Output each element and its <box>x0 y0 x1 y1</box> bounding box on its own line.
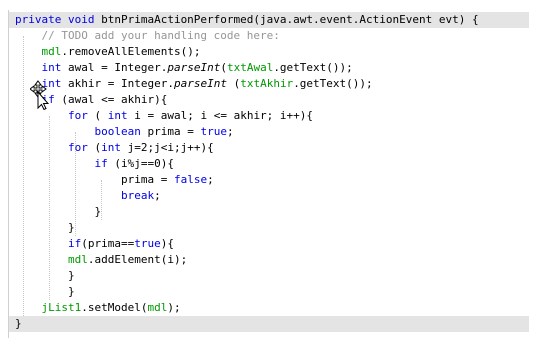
code-token: awal = Integer. <box>61 61 168 74</box>
code-token: ; <box>207 173 214 186</box>
code-token: true <box>134 237 161 250</box>
code-token: ( <box>87 141 102 154</box>
code-token: } <box>15 205 102 218</box>
code-token: .addElement(i); <box>87 253 188 266</box>
code-token: boolean <box>94 125 141 138</box>
code-token: int <box>41 61 62 74</box>
code-token: for <box>67 109 88 122</box>
code-token: } <box>15 285 75 298</box>
code-token: ( <box>87 109 108 122</box>
code-line[interactable]: for ( int i = awal; i <= akhir; i++){ <box>9 108 529 124</box>
code-token: ( <box>220 61 227 74</box>
code-line[interactable]: // TODO add your handling code here: <box>9 28 529 44</box>
code-editor[interactable]: private void btnPrimaActionPerformed(jav… <box>8 10 529 338</box>
code-token: (java.awt.event.ActionEvent evt) { <box>253 13 479 26</box>
code-token: ( <box>226 77 241 90</box>
code-line[interactable]: } <box>9 204 529 220</box>
code-line[interactable]: if(prima==true){ <box>9 236 529 252</box>
code-token: btnPrimaActionPerformed <box>101 13 254 26</box>
code-line[interactable]: } <box>9 268 529 284</box>
code-token: jList1 <box>41 301 82 314</box>
code-line[interactable]: prima = false; <box>9 172 529 188</box>
code-token: for <box>67 141 88 154</box>
code-line[interactable]: } <box>9 220 529 236</box>
code-token: if <box>94 157 108 170</box>
code-token: (prima== <box>81 237 135 250</box>
code-token: mdl <box>67 253 88 266</box>
code-token: private void <box>15 13 102 26</box>
code-token: parseInt <box>173 77 227 90</box>
code-line[interactable]: int akhir = Integer.parseInt (txtAkhir.g… <box>9 76 529 92</box>
code-token: false <box>173 173 208 186</box>
code-line[interactable]: if (awal <= akhir){ <box>9 92 529 108</box>
code-token: } <box>15 221 75 234</box>
code-line[interactable]: int awal = Integer.parseInt(txtAwal.getT… <box>9 60 529 76</box>
code-token: prima = <box>15 173 174 186</box>
code-line[interactable]: jList1.setModel(mdl); <box>9 300 529 316</box>
code-token: .setModel( <box>81 301 148 314</box>
code-token: ; <box>226 125 234 138</box>
code-token: prima = <box>140 125 201 138</box>
move-cursor-icon <box>30 80 50 110</box>
code-token: i = awal; i <= akhir; i++){ <box>127 109 314 122</box>
code-token: int <box>107 109 128 122</box>
code-token: true <box>200 125 227 138</box>
code-line[interactable]: } <box>9 316 529 332</box>
code-token: } <box>15 317 22 330</box>
code-line[interactable]: } <box>9 284 529 300</box>
code-line[interactable]: if (i%j==0){ <box>9 156 529 172</box>
code-line[interactable]: break; <box>9 188 529 204</box>
code-token: if <box>67 237 82 250</box>
code-line[interactable]: boolean prima = true; <box>9 124 529 140</box>
code-token: txtAwal <box>226 61 274 74</box>
code-line[interactable]: private void btnPrimaActionPerformed(jav… <box>9 12 529 28</box>
code-token: j=2;j<i;j++){ <box>120 141 214 154</box>
code-token: ){ <box>160 237 174 250</box>
code-token: parseInt <box>167 61 221 74</box>
code-token: break <box>120 189 155 202</box>
code-token: (i%j==0){ <box>107 157 174 170</box>
code-token: int <box>101 141 121 154</box>
code-token: mdl <box>41 45 62 58</box>
code-line[interactable]: mdl.addElement(i); <box>9 252 529 268</box>
code-token: ); <box>167 301 181 314</box>
code-token: .getText()); <box>273 61 353 74</box>
code-token: .removeAllElements(); <box>61 45 201 58</box>
code-line[interactable]: for (int j=2;j<i;j++){ <box>9 140 529 156</box>
code-token: // TODO add your handling code here: <box>15 29 280 42</box>
code-line[interactable]: mdl.removeAllElements(); <box>9 44 529 60</box>
code-token: akhir = Integer. <box>61 77 174 90</box>
code-token: .getText()); <box>293 77 373 90</box>
code-token: (awal <= akhir){ <box>54 93 168 106</box>
code-token: mdl <box>147 301 168 314</box>
code-token: txtAkhir <box>240 77 294 90</box>
code-token: ; <box>154 189 161 202</box>
code-token: } <box>15 269 75 282</box>
